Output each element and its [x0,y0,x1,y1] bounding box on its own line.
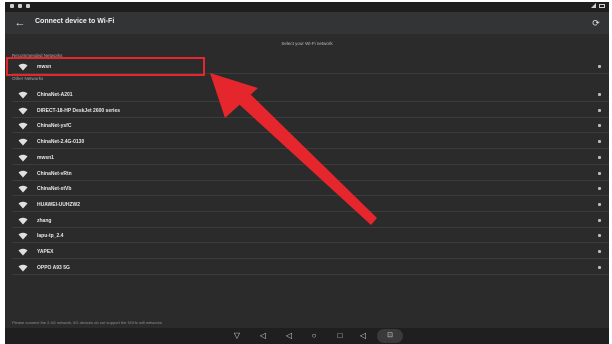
network-name: ChinaNet-ysfC [37,123,72,130]
lock-icon [598,171,601,175]
network-row[interactable]: lapu-tp_2.4 [12,229,609,244]
lock-icon [598,65,601,68]
notification-icon [10,4,14,8]
wifi-icon [18,232,28,240]
network-name: ChinaNet-xtVb [37,186,72,193]
battery-icon [599,3,605,8]
lock-icon [598,234,601,238]
back-arrow-icon[interactable]: ← [13,16,27,30]
wifi-icon [18,154,28,162]
network-name: YAPEX [37,249,54,255]
network-name: ChinaNet-A201 [37,92,73,98]
recents-nav-icon[interactable]: □ [334,330,346,342]
network-row[interactable]: ChinaNet-ysfC [12,119,609,134]
lock-icon [598,140,601,144]
volume-up-icon[interactable]: ◁ [357,330,369,342]
screen: ← Connect device to Wi-Fi ⟳ Select your … [5,2,609,344]
refresh-icon[interactable]: ⟳ [589,16,603,30]
network-row[interactable]: OPPO A93 5G [12,261,609,275]
lock-icon [598,218,601,222]
network-name: HUAWEI-UUHZW2 [37,201,81,208]
footer-note: Please connect the 2.4G network, 5G devi… [12,320,162,325]
network-name: lapu-tp_2.4 [37,233,64,240]
lock-icon [598,202,601,206]
network-row[interactable]: zhang [12,214,609,228]
home-nav-icon[interactable]: ○ [308,330,320,342]
signal-icon [591,3,596,8]
wifi-icon [18,123,28,130]
lock-icon [598,250,601,253]
wifi-icon [18,170,28,177]
wifi-icon [18,91,28,99]
network-name: zhang [37,217,52,224]
network-prompt: Select your Wi-Fi network [281,41,333,46]
network-row[interactable]: ChinaNet-vRtn [12,167,609,181]
hide-nav-icon[interactable]: ▽ [231,330,243,342]
wifi-icon [18,107,28,115]
notification-icons [10,4,30,8]
network-row[interactable]: HUAWEI-UUHZW2 [12,198,609,212]
navigation-bar: ▽ ◁ ◁ ○ □ ◁ ⊡ [5,328,609,344]
lock-icon [598,108,601,112]
wifi-icon [18,201,28,209]
lock-icon [598,155,601,159]
network-name: DIRECT-18-HP DeskJet 2600 series [37,107,121,114]
status-icons [591,3,605,8]
wifi-icon [18,185,28,193]
network-name: OPPO A93 5G [37,264,70,271]
status-bar [5,2,609,12]
screenshot-icon[interactable]: ⊡ [377,329,403,343]
network-name: mwsn1 [37,154,54,161]
network-row[interactable]: ChinaNet-A201 [12,88,609,102]
lock-icon [598,124,601,128]
network-row[interactable]: DIRECT-18-HP DeskJet 2600 series [12,104,609,118]
page-title: Connect device to Wi-Fi [35,18,115,25]
lock-icon [598,187,601,191]
volume-down-icon[interactable]: ◁ [257,330,269,342]
network-row[interactable]: mwsn1 [12,151,609,165]
lock-icon [598,93,601,96]
notification-icon [18,4,22,8]
network-row[interactable]: YAPEX [12,245,609,259]
wifi-icon [18,264,28,272]
wifi-icon [18,138,28,146]
notification-icon [26,4,30,8]
other-networks-label: Other Networks [12,76,44,81]
back-nav-icon[interactable]: ◁ [283,330,295,342]
wifi-icon [18,217,28,225]
network-row[interactable]: ChinaNet-xtVb [12,182,609,197]
network-name: ChinaNet-vRtn [37,170,72,177]
network-row[interactable]: ChinaNet-2.4G-0130 [12,135,609,150]
app-bar: ← Connect device to Wi-Fi ⟳ [5,12,609,34]
lock-icon [598,265,601,269]
highlight-box [6,57,205,76]
wifi-icon [18,248,28,256]
network-name: ChinaNet-2.4G-0130 [37,139,85,146]
